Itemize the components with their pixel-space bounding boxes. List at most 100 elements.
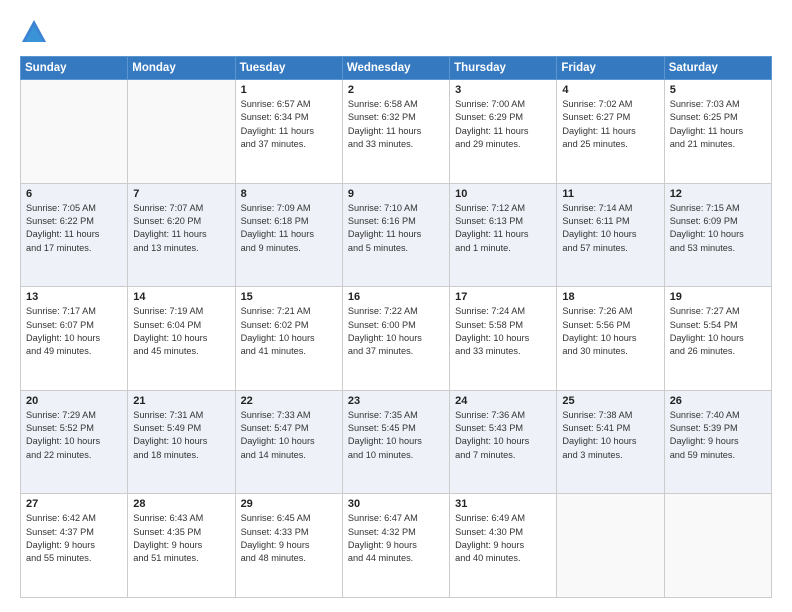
day-number: 2 — [348, 84, 444, 96]
day-number: 21 — [133, 395, 229, 407]
day-number: 7 — [133, 188, 229, 200]
day-info: Sunrise: 7:35 AM Sunset: 5:45 PM Dayligh… — [348, 409, 444, 462]
day-info: Sunrise: 7:02 AM Sunset: 6:27 PM Dayligh… — [562, 98, 658, 151]
logo — [20, 18, 54, 46]
day-info: Sunrise: 7:27 AM Sunset: 5:54 PM Dayligh… — [670, 305, 766, 358]
weekday-header-tuesday: Tuesday — [235, 57, 342, 80]
day-info: Sunrise: 7:12 AM Sunset: 6:13 PM Dayligh… — [455, 202, 551, 255]
calendar-cell: 12Sunrise: 7:15 AM Sunset: 6:09 PM Dayli… — [664, 183, 771, 287]
calendar-cell: 21 Sunrise: 7:31 AM Sunset: 5:49 PM Dayli… — [128, 390, 235, 494]
calendar-cell: 1Sunrise: 6:57 AM Sunset: 6:34 PM Daylig… — [235, 80, 342, 184]
day-info: Sunrise: 7:26 AM Sunset: 5:56 PM Dayligh… — [562, 305, 658, 358]
day-number: 30 — [348, 498, 444, 510]
day-info: Sunrise: 7:40 AM Sunset: 5:39 PM Dayligh… — [670, 409, 766, 462]
day-number: 11 — [562, 188, 658, 200]
day-info: Sunrise: 6:58 AM Sunset: 6:32 PM Dayligh… — [348, 98, 444, 151]
weekday-header-friday: Friday — [557, 57, 664, 80]
day-number: 26 — [670, 395, 766, 407]
calendar-cell: 25 Sunrise: 7:38 AM Sunset: 5:41 PM Dayli… — [557, 390, 664, 494]
calendar-cell: 11 Sunrise: 7:14 AM Sunset: 6:11 PM Dayli… — [557, 183, 664, 287]
calendar-cell: 3 Sunrise: 7:00 AM Sunset: 6:29 PM Daylig… — [450, 80, 557, 184]
day-number: 20 — [26, 395, 122, 407]
calendar-cell: 19 Sunrise: 7:27 AM Sunset: 5:54 PM Dayli… — [664, 287, 771, 391]
header — [20, 18, 772, 46]
day-info: Sunrise: 7:00 AM Sunset: 6:29 PM Dayligh… — [455, 98, 551, 151]
day-info: Sunrise: 7:31 AM Sunset: 5:49 PM Dayligh… — [133, 409, 229, 462]
calendar-cell: 7 Sunrise: 7:07 AM Sunset: 6:20 PM Daylig… — [128, 183, 235, 287]
day-number: 3 — [455, 84, 551, 96]
day-info: Sunrise: 7:36 AM Sunset: 5:43 PM Dayligh… — [455, 409, 551, 462]
day-number: 23 — [348, 395, 444, 407]
day-info: Sunrise: 7:09 AM Sunset: 6:18 PM Dayligh… — [241, 202, 337, 255]
day-info: Sunrise: 7:33 AM Sunset: 5:47 PM Dayligh… — [241, 409, 337, 462]
calendar-cell: 4 Sunrise: 7:02 AM Sunset: 6:27 PM Daylig… — [557, 80, 664, 184]
calendar-cell: 30 Sunrise: 6:47 AM Sunset: 4:32 PM Dayli… — [342, 494, 449, 598]
day-info: Sunrise: 7:10 AM Sunset: 6:16 PM Dayligh… — [348, 202, 444, 255]
calendar-week-3: 13 Sunrise: 7:17 AM Sunset: 6:07 PM Dayli… — [21, 287, 772, 391]
calendar-week-1: 1Sunrise: 6:57 AM Sunset: 6:34 PM Daylig… — [21, 80, 772, 184]
day-number: 28 — [133, 498, 229, 510]
page: SundayMondayTuesdayWednesdayThursdayFrid… — [0, 0, 792, 612]
weekday-header-saturday: Saturday — [664, 57, 771, 80]
day-number: 8 — [241, 188, 337, 200]
calendar-cell: 10 Sunrise: 7:12 AM Sunset: 6:13 PM Dayli… — [450, 183, 557, 287]
day-info: Sunrise: 6:49 AM Sunset: 4:30 PM Dayligh… — [455, 512, 551, 565]
day-info: Sunrise: 7:03 AM Sunset: 6:25 PM Dayligh… — [670, 98, 766, 151]
calendar-cell: 5 Sunrise: 7:03 AM Sunset: 6:25 PM Daylig… — [664, 80, 771, 184]
day-info: Sunrise: 7:19 AM Sunset: 6:04 PM Dayligh… — [133, 305, 229, 358]
calendar-cell: 26 Sunrise: 7:40 AM Sunset: 5:39 PM Dayli… — [664, 390, 771, 494]
day-number: 15 — [241, 291, 337, 303]
day-number: 10 — [455, 188, 551, 200]
calendar-cell: 2 Sunrise: 6:58 AM Sunset: 6:32 PM Daylig… — [342, 80, 449, 184]
day-info: Sunrise: 7:05 AM Sunset: 6:22 PM Dayligh… — [26, 202, 122, 255]
day-info: Sunrise: 7:17 AM Sunset: 6:07 PM Dayligh… — [26, 305, 122, 358]
calendar-cell: 27Sunrise: 6:42 AM Sunset: 4:37 PM Dayli… — [21, 494, 128, 598]
day-info: Sunrise: 7:07 AM Sunset: 6:20 PM Dayligh… — [133, 202, 229, 255]
calendar-cell: 28 Sunrise: 6:43 AM Sunset: 4:35 PM Dayli… — [128, 494, 235, 598]
day-number: 14 — [133, 291, 229, 303]
calendar-cell: 22Sunrise: 7:33 AM Sunset: 5:47 PM Dayli… — [235, 390, 342, 494]
day-info: Sunrise: 7:14 AM Sunset: 6:11 PM Dayligh… — [562, 202, 658, 255]
day-info: Sunrise: 6:45 AM Sunset: 4:33 PM Dayligh… — [241, 512, 337, 565]
calendar-cell: 8 Sunrise: 7:09 AM Sunset: 6:18 PM Daylig… — [235, 183, 342, 287]
calendar-cell: 29 Sunrise: 6:45 AM Sunset: 4:33 PM Dayli… — [235, 494, 342, 598]
day-info: Sunrise: 7:24 AM Sunset: 5:58 PM Dayligh… — [455, 305, 551, 358]
day-number: 13 — [26, 291, 122, 303]
calendar-cell: 31 Sunrise: 6:49 AM Sunset: 4:30 PM Dayli… — [450, 494, 557, 598]
calendar-cell — [128, 80, 235, 184]
logo-icon — [20, 18, 48, 46]
day-info: Sunrise: 7:29 AM Sunset: 5:52 PM Dayligh… — [26, 409, 122, 462]
calendar-cell: 14 Sunrise: 7:19 AM Sunset: 6:04 PM Dayli… — [128, 287, 235, 391]
day-number: 16 — [348, 291, 444, 303]
calendar-cell: 9 Sunrise: 7:10 AM Sunset: 6:16 PM Daylig… — [342, 183, 449, 287]
day-info: Sunrise: 6:43 AM Sunset: 4:35 PM Dayligh… — [133, 512, 229, 565]
day-number: 19 — [670, 291, 766, 303]
day-info: Sunrise: 7:38 AM Sunset: 5:41 PM Dayligh… — [562, 409, 658, 462]
calendar-cell: 16 Sunrise: 7:22 AM Sunset: 6:00 PM Dayli… — [342, 287, 449, 391]
day-number: 5 — [670, 84, 766, 96]
day-number: 4 — [562, 84, 658, 96]
day-info: Sunrise: 6:47 AM Sunset: 4:32 PM Dayligh… — [348, 512, 444, 565]
day-number: 31 — [455, 498, 551, 510]
day-number: 25 — [562, 395, 658, 407]
calendar-cell: 17 Sunrise: 7:24 AM Sunset: 5:58 PM Dayli… — [450, 287, 557, 391]
calendar-cell: 13 Sunrise: 7:17 AM Sunset: 6:07 PM Dayli… — [21, 287, 128, 391]
day-number: 24 — [455, 395, 551, 407]
calendar-week-4: 20 Sunrise: 7:29 AM Sunset: 5:52 PM Dayli… — [21, 390, 772, 494]
calendar-table: SundayMondayTuesdayWednesdayThursdayFrid… — [20, 56, 772, 598]
day-info: Sunrise: 7:22 AM Sunset: 6:00 PM Dayligh… — [348, 305, 444, 358]
calendar-header-row: SundayMondayTuesdayWednesdayThursdayFrid… — [21, 57, 772, 80]
weekday-header-wednesday: Wednesday — [342, 57, 449, 80]
calendar-cell: 23 Sunrise: 7:35 AM Sunset: 5:45 PM Dayli… — [342, 390, 449, 494]
day-info: Sunrise: 6:42 AM Sunset: 4:37 PM Dayligh… — [26, 512, 122, 565]
day-number: 9 — [348, 188, 444, 200]
calendar-week-2: 6Sunrise: 7:05 AM Sunset: 6:22 PM Daylig… — [21, 183, 772, 287]
weekday-header-monday: Monday — [128, 57, 235, 80]
calendar-cell: 15Sunrise: 7:21 AM Sunset: 6:02 PM Dayli… — [235, 287, 342, 391]
day-number: 18 — [562, 291, 658, 303]
calendar-cell: 24 Sunrise: 7:36 AM Sunset: 5:43 PM Dayli… — [450, 390, 557, 494]
calendar-cell: 6Sunrise: 7:05 AM Sunset: 6:22 PM Daylig… — [21, 183, 128, 287]
day-number: 17 — [455, 291, 551, 303]
day-number: 29 — [241, 498, 337, 510]
weekday-header-thursday: Thursday — [450, 57, 557, 80]
